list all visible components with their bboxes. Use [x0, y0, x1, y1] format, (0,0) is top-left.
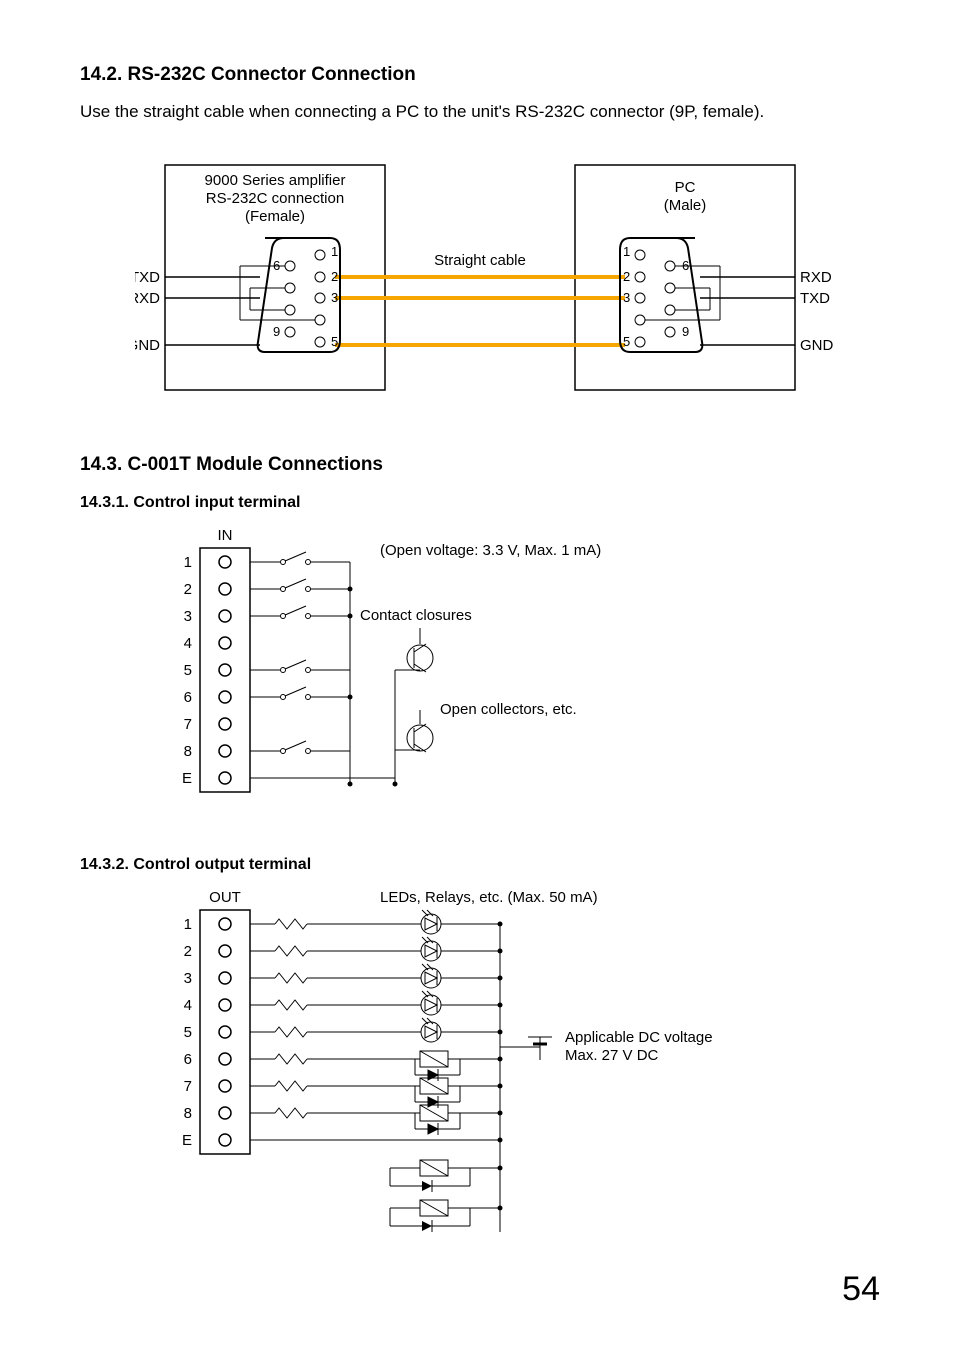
contact-closures-label: Contact closures [360, 607, 472, 624]
right-pin9: 9 [682, 324, 689, 339]
left-pin2: 2 [331, 269, 338, 284]
voltage-label-2: Max. 27 V DC [565, 1047, 659, 1064]
open-voltage-label: (Open voltage: 3.3 V, Max. 1 mA) [380, 542, 601, 559]
right-box-line1: PC [675, 179, 696, 196]
right-rxd: RXD [800, 269, 832, 286]
voltage-label-1: Applicable DC voltage [565, 1029, 713, 1046]
rs232-diagram: 9000 Series amplifier RS-232C connection… [135, 160, 954, 420]
svg-text:5: 5 [184, 1024, 192, 1041]
left-pin3: 3 [331, 290, 338, 305]
left-rxd: RXD [135, 290, 160, 307]
heading-14-2: 14.2. RS-232C Connector Connection [80, 64, 416, 86]
left-pin9: 9 [273, 324, 280, 339]
svg-text:1: 1 [184, 916, 192, 933]
loads-label: LEDs, Relays, etc. (Max. 50 mA) [380, 889, 598, 906]
right-pin1: 1 [623, 244, 630, 259]
left-box-line3: (Female) [245, 208, 305, 225]
svg-text:7: 7 [184, 716, 192, 733]
svg-text:2: 2 [184, 943, 192, 960]
control-input-diagram: IN 1 2 3 4 5 6 7 8 E (Open voltage: 3.3 V, Max. … [170, 520, 730, 800]
svg-text:5: 5 [184, 662, 192, 679]
right-txd: TXD [800, 290, 830, 307]
svg-text:6: 6 [184, 1051, 192, 1068]
intro-14-2: Use the straight cable when connecting a… [80, 102, 764, 122]
heading-14-3: 14.3. C-001T Module Connections [80, 454, 383, 476]
page-number: 54 [842, 1270, 880, 1309]
control-output-diagram: OUT LEDs, Relays, etc. (Max. 50 mA) 1 2 3 4… [170, 882, 820, 1252]
svg-text:8: 8 [184, 743, 192, 760]
left-box-line2: RS-232C connection [206, 190, 344, 207]
in-label: IN [218, 527, 233, 544]
svg-text:E: E [182, 770, 192, 787]
right-gnd: GND [800, 337, 834, 354]
svg-text:8: 8 [184, 1105, 192, 1122]
svg-text:2: 2 [184, 581, 192, 598]
left-gnd: GND [135, 337, 160, 354]
right-box-line2: (Male) [664, 197, 707, 214]
svg-text:3: 3 [184, 608, 192, 625]
svg-text:4: 4 [184, 997, 192, 1014]
open-collectors-label: Open collectors, etc. [440, 701, 577, 718]
page: 14.2. RS-232C Connector Connection Use t… [0, 0, 954, 1351]
straight-cable-label: Straight cable [434, 252, 526, 269]
left-pin1: 1 [331, 244, 338, 259]
right-pin3: 3 [623, 290, 630, 305]
svg-text:6: 6 [184, 689, 192, 706]
right-pin2: 2 [623, 269, 630, 284]
svg-text:E: E [182, 1132, 192, 1149]
heading-14-3-2: 14.3.2. Control output terminal [80, 856, 311, 874]
out-label: OUT [209, 889, 241, 906]
svg-text:1: 1 [184, 554, 192, 571]
right-pin5: 5 [623, 334, 630, 349]
svg-text:3: 3 [184, 970, 192, 987]
svg-text:4: 4 [184, 635, 192, 652]
svg-text:7: 7 [184, 1078, 192, 1095]
left-txd: TXD [135, 269, 160, 286]
heading-14-3-1: 14.3.1. Control input terminal [80, 494, 300, 512]
left-pin5: 5 [331, 334, 338, 349]
left-box-line1: 9000 Series amplifier [205, 172, 346, 189]
